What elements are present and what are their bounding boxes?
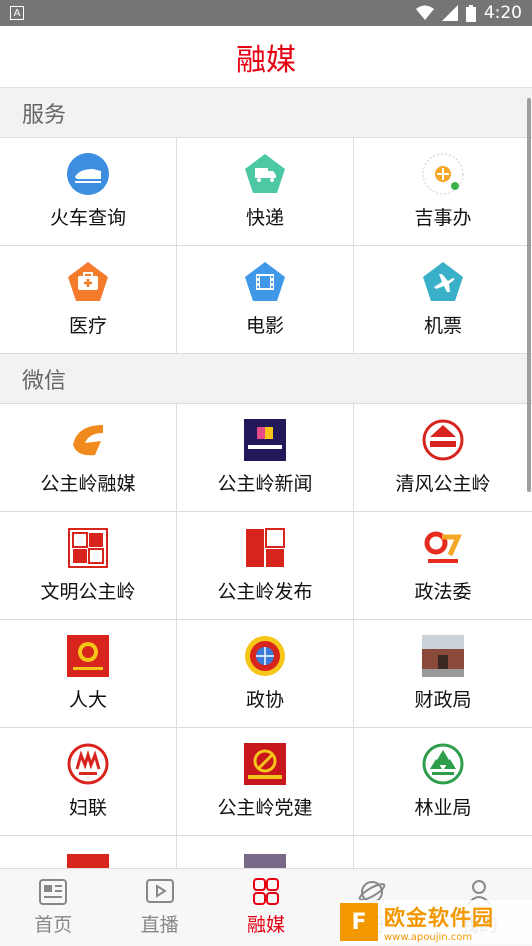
- red-logo-icon: [67, 854, 109, 868]
- rongmei-logo-icon: [67, 419, 109, 461]
- section-title-services: 服务: [0, 88, 532, 138]
- battery-icon: [465, 4, 476, 22]
- news-logo-icon: [244, 419, 286, 461]
- watermark: F 欧金软件园 www.apoujin.com: [340, 900, 532, 944]
- service-flight[interactable]: 机票: [354, 246, 532, 354]
- renda-logo-icon: [67, 635, 109, 677]
- page-title: 融媒: [236, 42, 296, 78]
- status-bar: A 4:20: [0, 0, 532, 26]
- tab-rongmei[interactable]: 融媒: [213, 869, 319, 946]
- wechat-label: 妇联: [68, 797, 107, 819]
- service-label: 电影: [245, 315, 284, 337]
- wechat-wenming[interactable]: 文明公主岭: [0, 512, 177, 620]
- dangjian-logo-icon: [244, 743, 286, 785]
- wechat-label: 政法委: [414, 581, 472, 603]
- wechat-label: 公主岭发布: [217, 581, 313, 603]
- wechat-news[interactable]: 公主岭新闻: [177, 404, 354, 512]
- service-train[interactable]: 火车查询: [0, 138, 177, 246]
- wechat-label: 林业局: [414, 797, 472, 819]
- wechat-fulian[interactable]: 妇联: [0, 728, 177, 836]
- fulian-logo-icon: [67, 743, 109, 785]
- wechat-linye[interactable]: 林业局: [354, 728, 532, 836]
- grid-apps-icon: [253, 878, 280, 905]
- wechat-renda[interactable]: 人大: [0, 620, 177, 728]
- clock: 4:20: [483, 3, 522, 23]
- newspaper-icon: [39, 879, 68, 905]
- service-movie[interactable]: 电影: [177, 246, 354, 354]
- main-content[interactable]: 服务 火车查询 快递 吉事办 医疗 电影 机票 微信 公主岭融媒 公主岭新闻 清…: [0, 88, 532, 868]
- caizheng-photo-icon: [422, 635, 464, 677]
- wechat-caizheng[interactable]: 财政局: [354, 620, 532, 728]
- app-header: 融媒: [0, 26, 532, 88]
- wechat-label: 文明公主岭: [40, 581, 136, 603]
- tab-label: 融媒: [247, 914, 286, 936]
- service-label: 火车查询: [49, 207, 126, 229]
- zhengxie-logo-icon: [244, 635, 286, 677]
- wechat-qingfeng[interactable]: 清风公主岭: [354, 404, 532, 512]
- zhengfa-logo-icon: [422, 527, 464, 569]
- service-label: 机票: [423, 315, 462, 337]
- wechat-label: 人大: [68, 689, 107, 711]
- service-medical[interactable]: 医疗: [0, 246, 177, 354]
- wenming-logo-icon: [67, 527, 109, 569]
- watermark-url: www.apoujin.com: [384, 931, 473, 943]
- tab-live[interactable]: 直播: [106, 869, 212, 946]
- watermark-text: 欧金软件园: [384, 905, 494, 930]
- service-express[interactable]: 快递: [177, 138, 354, 246]
- service-label: 医疗: [68, 315, 107, 337]
- film-icon: [244, 261, 286, 303]
- wechat-label: 公主岭新闻: [217, 473, 313, 495]
- medical-kit-icon: [67, 261, 109, 303]
- wechat-label: 清风公主岭: [395, 473, 491, 495]
- wechat-dangjian[interactable]: 公主岭党建: [177, 728, 354, 836]
- wechat-zhengxie[interactable]: 政协: [177, 620, 354, 728]
- tab-home[interactable]: 首页: [0, 869, 106, 946]
- wechat-more-1[interactable]: [0, 836, 177, 868]
- scrollbar[interactable]: [527, 98, 531, 492]
- section-title-wechat: 微信: [0, 354, 532, 404]
- services-grid: 火车查询 快递 吉事办 医疗 电影 机票: [0, 138, 532, 354]
- wechat-label: 政协: [245, 689, 284, 711]
- wechat-more-3[interactable]: [354, 836, 532, 868]
- wechat-grid: 公主岭融媒 公主岭新闻 清风公主岭 文明公主岭 公主岭发布 政法委 人大 政协 …: [0, 404, 532, 868]
- notification-icon: A: [10, 6, 24, 20]
- wifi-icon: [415, 5, 434, 20]
- service-label: 快递: [245, 207, 284, 229]
- train-icon: [67, 153, 109, 195]
- signal-icon: [441, 5, 458, 21]
- truck-icon: [244, 153, 286, 195]
- play-video-icon: [145, 879, 174, 903]
- watermark-logo-icon: F: [340, 903, 378, 941]
- wechat-label: 公主岭党建: [217, 797, 313, 819]
- qingfeng-logo-icon: [422, 419, 464, 461]
- wechat-fabu[interactable]: 公主岭发布: [177, 512, 354, 620]
- wechat-label: 公主岭融媒: [40, 473, 136, 495]
- fabu-logo-icon: [244, 527, 286, 569]
- wechat-rongmei[interactable]: 公主岭融媒: [0, 404, 177, 512]
- photo-logo-icon: [244, 854, 286, 868]
- service-label: 吉事办: [414, 207, 472, 229]
- tab-label: 直播: [140, 914, 179, 936]
- wechat-more-2[interactable]: [177, 836, 354, 868]
- qr-code-icon: [422, 153, 464, 195]
- wechat-zhengfa[interactable]: 政法委: [354, 512, 532, 620]
- tab-label: 首页: [34, 914, 73, 936]
- wechat-label: 财政局: [414, 689, 472, 711]
- plane-icon: [422, 261, 464, 303]
- service-jishiban[interactable]: 吉事办: [354, 138, 532, 246]
- linye-logo-icon: [422, 743, 464, 785]
